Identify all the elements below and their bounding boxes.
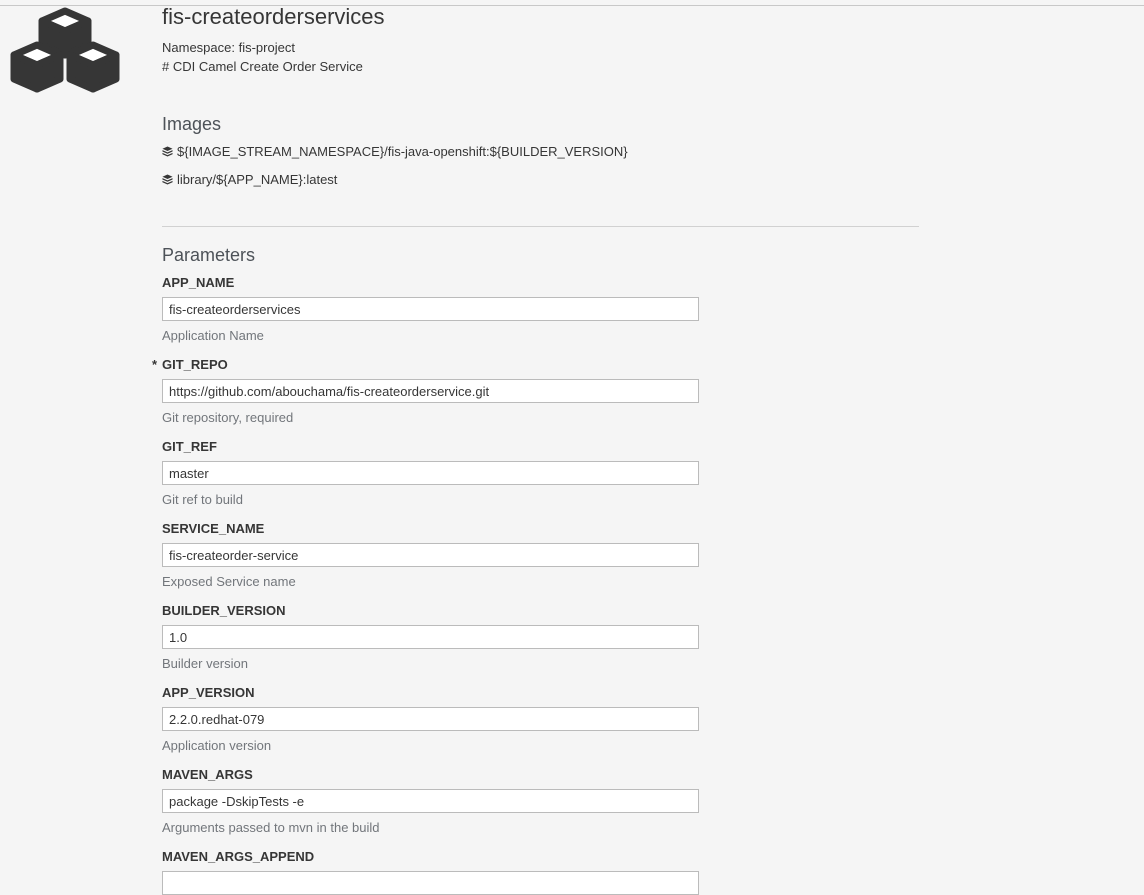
param-help: Application Name <box>162 328 264 343</box>
service-name-input[interactable] <box>162 543 699 567</box>
param-help: Builder version <box>162 656 248 671</box>
template-cubes-icon <box>10 7 120 93</box>
param-help: Git ref to build <box>162 492 243 507</box>
param-label: BUILDER_VERSION <box>162 603 286 618</box>
required-marker: * <box>152 357 158 372</box>
app-version-input[interactable] <box>162 707 699 731</box>
template-title: fis-createorderservices <box>162 4 385 29</box>
image-name: library/${APP_NAME}:latest <box>177 172 338 187</box>
image-item: library/${APP_NAME}:latest <box>162 172 337 187</box>
param-maven-args-append: MAVEN_ARGS_APPEND <box>162 848 702 895</box>
param-app-version: APP_VERSION Application version <box>162 684 702 754</box>
param-help: Git repository, required <box>162 410 294 425</box>
param-maven-args: MAVEN_ARGS Arguments passed to mvn in th… <box>162 766 702 836</box>
param-help: Application version <box>162 738 272 753</box>
param-label: MAVEN_ARGS <box>162 767 253 782</box>
param-label: MAVEN_ARGS_APPEND <box>162 849 315 864</box>
param-help: Arguments passed to mvn in the build <box>162 820 380 835</box>
param-label: APP_VERSION <box>162 685 255 700</box>
maven-args-append-input[interactable] <box>162 871 699 895</box>
images-heading: Images <box>162 114 222 134</box>
param-label: GIT_REPO <box>162 357 228 372</box>
param-label: SERVICE_NAME <box>162 521 265 536</box>
builder-version-input[interactable] <box>162 625 699 649</box>
param-builder-version: BUILDER_VERSION Builder version <box>162 602 702 672</box>
app-name-input[interactable] <box>162 297 699 321</box>
param-git-ref: GIT_REF Git ref to build <box>162 438 702 508</box>
section-divider <box>162 226 919 227</box>
image-name: ${IMAGE_STREAM_NAMESPACE}/fis-java-opens… <box>177 144 628 159</box>
image-item: ${IMAGE_STREAM_NAMESPACE}/fis-java-opens… <box>162 144 628 159</box>
maven-args-input[interactable] <box>162 789 699 813</box>
param-service-name: SERVICE_NAME Exposed Service name <box>162 520 702 590</box>
cube-icon <box>162 146 173 157</box>
template-namespace: Namespace: fis-project <box>162 40 295 55</box>
parameters-heading: Parameters <box>162 245 256 265</box>
param-app-name: APP_NAME Application Name <box>162 274 702 344</box>
git-repo-input[interactable] <box>162 379 699 403</box>
template-description: # CDI Camel Create Order Service <box>162 59 363 74</box>
param-git-repo: * GIT_REPO Git repository, required <box>152 356 702 426</box>
param-label: APP_NAME <box>162 275 235 290</box>
param-help: Exposed Service name <box>162 574 296 589</box>
git-ref-input[interactable] <box>162 461 699 485</box>
param-label: GIT_REF <box>162 439 217 454</box>
cube-icon <box>162 174 173 185</box>
